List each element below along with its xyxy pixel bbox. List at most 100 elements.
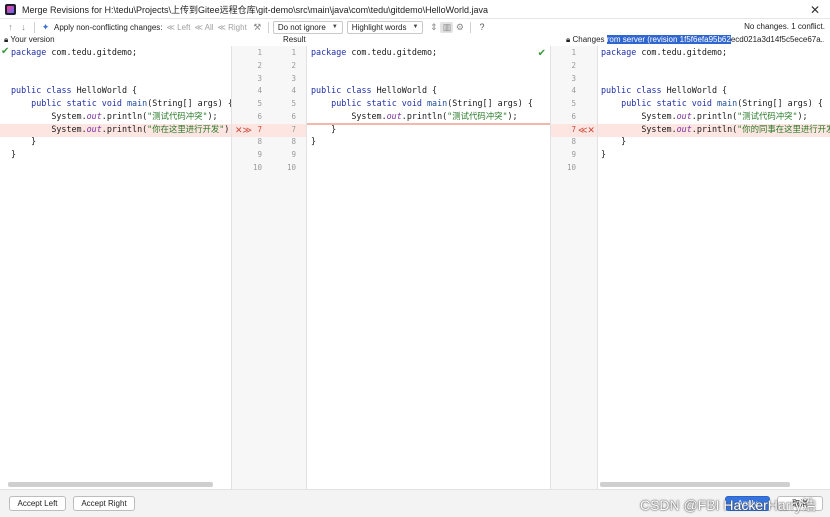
- left-editor[interactable]: ✔ package com.tedu.gitdemo; public class …: [0, 46, 231, 489]
- line-number: 6: [257, 111, 262, 121]
- code-line: System.out.println("测试代码冲突");: [311, 110, 518, 123]
- code-line: package com.tedu.gitdemo;: [601, 46, 727, 59]
- right-gutter: 1 2 3 4 5 6 7 8 9 10 ≪✕: [550, 46, 598, 489]
- code-token: static: [656, 98, 687, 108]
- bottom-bar: Accept Left Accept Right Apply 取消 CSDN @…: [0, 489, 830, 517]
- window-title: Merge Revisions for H:\tedu\Projects\上传到…: [22, 4, 489, 15]
- line-number: 8: [291, 137, 296, 147]
- line-number: 2: [257, 60, 262, 70]
- code-token: }: [601, 149, 607, 159]
- code-token: main: [427, 98, 448, 108]
- code-token: public: [601, 85, 632, 96]
- code-token: package: [11, 47, 47, 57]
- left-panel-title: Your version: [10, 35, 55, 44]
- code-token: "测试代码冲突": [147, 110, 208, 121]
- code-line: package com.tedu.gitdemo;: [311, 46, 437, 59]
- code-token: );: [507, 110, 518, 121]
- code-line: System.out.println("测试代码冲突");: [601, 110, 807, 123]
- code-line: public class HelloWorld {: [11, 84, 137, 97]
- code-token: com.tedu.gitdemo;: [641, 47, 728, 57]
- line-number: 4: [291, 86, 296, 96]
- apply-right-button[interactable]: ≪ Right: [218, 23, 247, 32]
- left-horizontal-scrollbar[interactable]: [8, 482, 213, 487]
- conflict-actions-left[interactable]: ✕≫: [235, 124, 252, 137]
- line-number: 1: [257, 48, 262, 57]
- apply-all-button[interactable]: ≪ All: [194, 23, 213, 32]
- arrow-up-icon[interactable]: ↑: [4, 22, 17, 32]
- intellij-icon: [5, 3, 16, 15]
- line-number: 2: [291, 60, 296, 70]
- code-token: System.: [11, 110, 87, 121]
- line-number: 10: [252, 162, 262, 172]
- code-token: System.: [311, 110, 387, 121]
- code-token: "你在这里进行开发": [147, 123, 225, 134]
- code-token: );: [207, 110, 218, 121]
- sync-scroll-icon[interactable]: ▥: [440, 21, 454, 33]
- code-token: .println(: [691, 110, 738, 121]
- code-token: package: [311, 47, 347, 57]
- code-line: public static void main(String[] args) {: [601, 97, 823, 110]
- code-line: }: [601, 135, 626, 148]
- apply-left-label: Left: [177, 22, 191, 32]
- right-panel-title-prefix: Changes: [572, 35, 607, 44]
- merge-status: No changes. 1 conflict.: [744, 22, 825, 31]
- code-token: "你的同事在这里进行开发": [737, 123, 830, 134]
- line-number: 7: [291, 124, 296, 134]
- accept-right-button[interactable]: Accept Right: [73, 496, 135, 511]
- code-token: "测试代码冲突": [737, 110, 798, 121]
- code-token: main: [127, 98, 148, 108]
- result-editor[interactable]: ✔ package com.tedu.gitdemo; public class …: [307, 46, 550, 489]
- wand-icon[interactable]: ⚒: [251, 22, 264, 33]
- code-token: public: [31, 98, 62, 108]
- code-line: }: [311, 123, 336, 136]
- highlight-mode-dropdown[interactable]: Highlight words ▼: [346, 20, 424, 34]
- code-token: System.: [601, 110, 677, 121]
- code-line: }: [11, 135, 36, 148]
- line-number: 1: [571, 48, 576, 57]
- magic-resolve-icon[interactable]: ✦: [39, 22, 52, 33]
- checkmark-icon: ✔: [537, 48, 546, 59]
- conflict-insert-marker: [307, 123, 550, 125]
- code-token: public: [311, 85, 342, 96]
- chevron-down-icon: ▼: [331, 24, 338, 30]
- conflict-actions-right[interactable]: ≪✕: [578, 124, 595, 137]
- code-token: }: [311, 123, 337, 134]
- code-token: (String[] args) {: [737, 98, 823, 108]
- line-number: 2: [571, 60, 576, 70]
- code-token: out: [386, 110, 402, 121]
- code-token: package: [601, 47, 637, 57]
- right-horizontal-scrollbar[interactable]: [600, 482, 790, 487]
- code-line: }: [311, 135, 316, 148]
- toolbar-divider: [267, 21, 269, 33]
- collapse-unchanged-icon[interactable]: ⇕: [427, 22, 440, 33]
- line-number: 10: [286, 162, 296, 172]
- code-line: public class HelloWorld {: [601, 84, 727, 97]
- apply-left-button[interactable]: ≪ Left: [167, 23, 191, 32]
- gear-icon[interactable]: ⚙: [453, 22, 466, 33]
- help-icon[interactable]: ?: [475, 22, 488, 32]
- line-number: 3: [257, 73, 262, 83]
- toolbar-divider: [470, 21, 472, 33]
- line-number: 8: [257, 137, 262, 147]
- code-token: );: [224, 123, 231, 134]
- code-token: class: [46, 85, 72, 96]
- line-number: 5: [257, 99, 262, 108]
- code-token: (String[] args) {: [447, 98, 533, 108]
- right-editor[interactable]: package com.tedu.gitdemo; public class He…: [598, 46, 830, 489]
- code-line: package com.tedu.gitdemo;: [11, 46, 137, 59]
- close-icon[interactable]: ✕: [810, 3, 820, 17]
- middle-panel-header: Result: [283, 35, 543, 46]
- line-number: 8: [571, 137, 576, 147]
- arrow-down-icon[interactable]: ↓: [17, 22, 30, 32]
- line-number: 6: [291, 111, 296, 121]
- code-line: public static void main(String[] args) {: [11, 97, 231, 110]
- code-token: void: [401, 98, 422, 108]
- line-number: 5: [291, 99, 296, 108]
- accept-left-button[interactable]: Accept Left: [9, 496, 66, 511]
- right-panel-title-rest: ecd021a3d14f5c5ece67a...: [730, 35, 824, 44]
- ignore-whitespace-dropdown[interactable]: Do not ignore ▼: [272, 20, 343, 34]
- line-number: 7: [571, 124, 576, 134]
- code-token: static: [366, 98, 397, 108]
- code-token: HelloWorld {: [376, 85, 438, 96]
